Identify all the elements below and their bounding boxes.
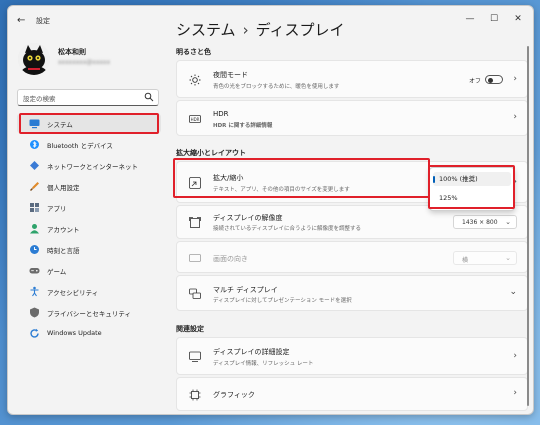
- orientation-title: 画面の向き: [213, 255, 248, 263]
- scrollbar[interactable]: [527, 46, 529, 406]
- sidebar-item-apps[interactable]: アプリ: [17, 198, 161, 217]
- sidebar-item-label: Windows Update: [47, 329, 102, 337]
- svg-text:HDR: HDR: [191, 117, 200, 122]
- shield-icon: [30, 307, 39, 318]
- chevron-down-icon: ⌄: [505, 218, 511, 226]
- sidebar-item-accessibility[interactable]: アクセシビリティ: [17, 282, 161, 301]
- search-placeholder: 設定の検索: [23, 95, 56, 103]
- orientation-value: 横: [462, 257, 469, 264]
- sidebar-item-label: 個人用設定: [47, 184, 80, 192]
- section-title-scale-layout: 拡大縮小とレイアウト: [176, 149, 246, 157]
- chevron-right-icon: ›: [513, 351, 517, 361]
- orientation-icon: [189, 254, 201, 262]
- advanced-display-card[interactable]: ディスプレイの詳細設定 ディスプレイ情報、リフレッシュ レート ›: [176, 337, 528, 375]
- update-icon: [30, 328, 39, 338]
- advanced-display-title: ディスプレイの詳細設定: [213, 348, 290, 356]
- chevron-down-icon: ⌄: [509, 287, 517, 297]
- user-name: 松本和則: [58, 48, 86, 56]
- sidebar-item-label: ネットワークとインターネット: [47, 163, 138, 171]
- hdr-info-link[interactable]: HDR に関する詳細情報: [213, 121, 272, 129]
- app-title: 設定: [36, 17, 50, 25]
- breadcrumb-parent[interactable]: システム: [176, 21, 236, 39]
- sidebar-item-windows-update[interactable]: Windows Update: [17, 324, 161, 343]
- scale-highlight-box: [173, 158, 430, 198]
- chevron-right-icon: ›: [513, 112, 517, 122]
- resolution-subtitle: 接続されているディスプレイに合うように解像度を調整する: [213, 226, 361, 232]
- system-highlight-box: [19, 113, 159, 134]
- scale-popup-highlight-box: [428, 165, 515, 209]
- night-light-toggle[interactable]: [485, 75, 503, 84]
- graphics-title: グラフィック: [213, 391, 255, 399]
- sidebar-item-network[interactable]: ネットワークとインターネット: [17, 156, 161, 175]
- user-email: xxxxxxxx@xxxxx: [58, 59, 111, 66]
- sidebar-item-label: アカウント: [47, 226, 80, 234]
- resolution-title: ディスプレイの解像度: [213, 214, 283, 222]
- resolution-icon: [189, 217, 201, 228]
- sidebar-item-personalization[interactable]: 個人用設定: [17, 177, 161, 196]
- sun-icon: [189, 74, 201, 86]
- sidebar-item-time-language[interactable]: 時刻と言語: [17, 240, 161, 259]
- multi-display-title: マルチ ディスプレイ: [213, 286, 278, 294]
- breadcrumb-separator: ›: [242, 21, 249, 39]
- apps-icon: [30, 203, 39, 212]
- monitor-icon: [189, 351, 201, 362]
- chip-icon: [189, 389, 201, 401]
- sidebar-nav: システム Bluetooth とデバイス ネットワークとインターネット 個人用設…: [17, 114, 161, 345]
- sidebar-item-privacy[interactable]: プライバシーとセキュリティ: [17, 303, 161, 322]
- hdr-title: HDR: [213, 110, 229, 118]
- gamepad-icon: [29, 268, 40, 274]
- accessibility-icon: [30, 286, 39, 297]
- brush-icon: [30, 182, 39, 191]
- sidebar-item-gaming[interactable]: ゲーム: [17, 261, 161, 280]
- search-input[interactable]: 設定の検索: [17, 89, 159, 106]
- search-icon: [144, 92, 154, 102]
- sidebar-item-label: アプリ: [47, 205, 67, 213]
- hdr-icon: HDR: [189, 115, 201, 123]
- black-cat-icon: [18, 43, 50, 75]
- orientation-select: 横 ⌄: [453, 251, 517, 265]
- sidebar-item-accounts[interactable]: アカウント: [17, 219, 161, 238]
- night-light-state: オフ: [468, 78, 481, 85]
- night-light-card[interactable]: 夜間モード 青色の光をブロックするために、暖色を使用します オフ ›: [176, 60, 528, 98]
- graphics-card[interactable]: グラフィック ›: [176, 377, 528, 411]
- resolution-select[interactable]: 1436 × 800 ⌄: [453, 215, 517, 229]
- network-icon: [30, 161, 39, 170]
- multi-display-card[interactable]: マルチ ディスプレイ ディスプレイに対してプレゼンテーション モードを選択 ⌄: [176, 275, 528, 311]
- sidebar-item-label: 時刻と言語: [47, 247, 80, 255]
- maximize-icon[interactable]: ☐: [487, 12, 501, 26]
- section-title-related: 関連設定: [176, 325, 204, 333]
- chevron-right-icon: ›: [513, 388, 517, 398]
- night-light-title: 夜間モード: [213, 71, 248, 79]
- sidebar-item-label: ゲーム: [47, 268, 67, 276]
- chevron-down-icon: ⌄: [505, 254, 511, 262]
- page-title: ディスプレイ: [255, 21, 345, 39]
- back-arrow-icon[interactable]: ←: [17, 15, 29, 27]
- section-title-brightness: 明るさと色: [176, 48, 211, 56]
- sidebar-item-bluetooth[interactable]: Bluetooth とデバイス: [17, 135, 161, 154]
- sidebar-item-label: プライバシーとセキュリティ: [47, 310, 131, 318]
- minimize-icon[interactable]: —: [463, 12, 477, 26]
- breadcrumb: システム › ディスプレイ: [176, 19, 345, 40]
- multiple-displays-icon: [189, 288, 201, 299]
- multi-display-subtitle: ディスプレイに対してプレゼンテーション モードを選択: [213, 298, 352, 304]
- account-icon: [30, 224, 39, 234]
- resolution-value: 1436 × 800: [462, 219, 498, 226]
- hdr-card[interactable]: HDR HDR HDR に関する詳細情報 ›: [176, 100, 528, 136]
- avatar[interactable]: [18, 43, 50, 75]
- close-icon[interactable]: ✕: [511, 12, 525, 26]
- bluetooth-icon: [30, 140, 39, 149]
- sidebar-item-label: Bluetooth とデバイス: [47, 142, 113, 150]
- globe-clock-icon: [30, 245, 39, 254]
- orientation-card: 画面の向き 横 ⌄: [176, 241, 528, 273]
- advanced-display-subtitle: ディスプレイ情報、リフレッシュ レート: [213, 361, 314, 367]
- sidebar-item-label: アクセシビリティ: [47, 289, 99, 297]
- night-light-subtitle: 青色の光をブロックするために、暖色を使用します: [213, 84, 340, 90]
- chevron-right-icon: ›: [513, 74, 517, 84]
